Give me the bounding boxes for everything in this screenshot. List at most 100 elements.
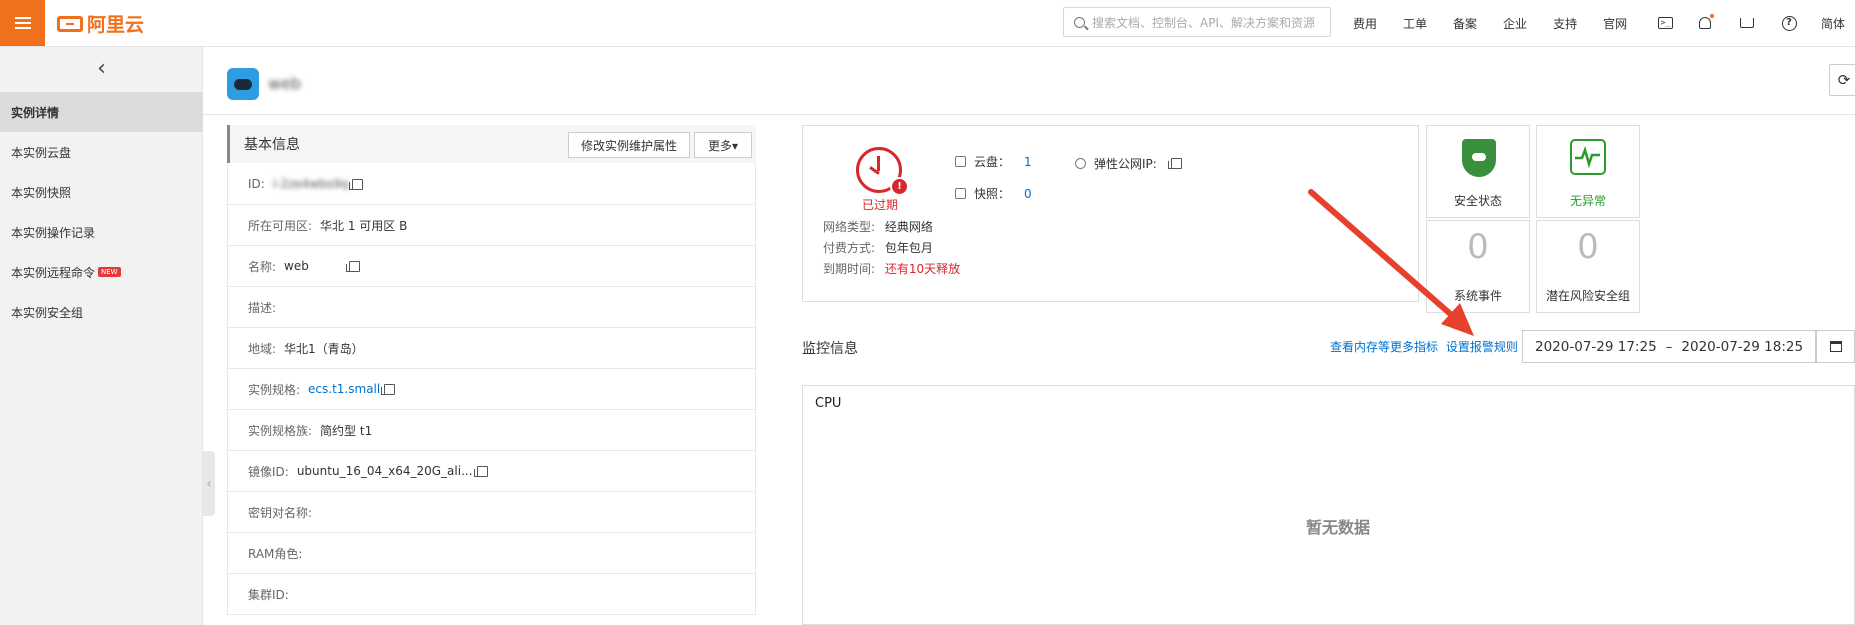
disk-stat: 云盘： 1: [955, 153, 1032, 170]
help-icon[interactable]: ?: [1779, 13, 1799, 33]
copy-icon[interactable]: [473, 465, 488, 477]
sidebar-item-label: 实例详情: [11, 105, 60, 120]
cloud-icon: [234, 78, 252, 90]
nav-link-enterprise[interactable]: 企业: [1503, 15, 1527, 32]
sidebar-toggle-handle[interactable]: ‹: [203, 451, 215, 516]
language-switch[interactable]: 简体: [1821, 15, 1845, 32]
info-row-image-id: 镜像ID: ubuntu_16_04_x64_20G_ali...: [227, 451, 756, 492]
snapshot-label: 快照：: [974, 187, 1011, 201]
brand-name: 阿里云: [87, 14, 145, 36]
sidebar-item-label: 本实例远程命令: [11, 265, 96, 280]
info-row-instance-type: 实例规格: ecs.t1.small: [227, 369, 756, 410]
info-row-zone: 所在可用区: 华北 1 可用区 B: [227, 205, 756, 246]
info-row-region: 地域: 华北1（青岛）: [227, 328, 756, 369]
top-nav-links: 费用 工单 备案 企业 支持 官网: [1353, 0, 1653, 46]
search-placeholder: 搜索文档、控制台、API、解决方案和资源: [1092, 15, 1315, 30]
edit-name-icon[interactable]: [345, 260, 360, 272]
instance-title: web: [268, 74, 302, 93]
tile-label: 系统事件: [1453, 289, 1502, 303]
sidebar-item-label: 本实例云盘: [11, 145, 72, 160]
shield-icon: [1462, 139, 1496, 177]
date-separator: –: [1665, 338, 1673, 355]
row-label: 名称:: [248, 259, 277, 274]
cpu-chart-panel: CPU 暂无数据: [802, 385, 1855, 625]
monitor-links: 查看内存等更多指标 设置报警规则: [1330, 338, 1522, 355]
sidebar: ‹ 实例详情 本实例云盘 本实例快照 本实例操作记录 本实例远程命令 NEW 本…: [0, 47, 203, 625]
name-value: web: [284, 259, 309, 273]
cart-icon[interactable]: [1737, 13, 1757, 33]
network-label: 网络类型:: [823, 220, 876, 234]
row-label: RAM角色:: [248, 546, 303, 561]
snapshot-count-link[interactable]: 0: [1024, 187, 1032, 201]
collapse-back-button[interactable]: ‹: [0, 47, 203, 89]
search-input[interactable]: 搜索文档、控制台、API、解决方案和资源: [1063, 7, 1331, 37]
more-dropdown-button[interactable]: 更多▾: [694, 132, 752, 158]
header-divider: [203, 114, 1855, 115]
info-row-cluster-id: 集群ID:: [227, 574, 756, 615]
alert-icon: !: [890, 177, 909, 196]
network-type: 网络类型: 经典网络: [823, 218, 933, 235]
copy-icon[interactable]: [381, 383, 396, 395]
info-row-id: ID: i-2ze4wbs9q: [227, 164, 756, 205]
sidebar-item-operation-log[interactable]: 本实例操作记录: [0, 212, 203, 252]
heartbeat-icon: [1570, 139, 1606, 175]
disk-icon: [955, 156, 966, 167]
sidebar-item-label: 本实例快照: [11, 185, 72, 200]
view-more-metrics-link[interactable]: 查看内存等更多指标: [1330, 340, 1438, 354]
copy-icon[interactable]: [349, 178, 364, 190]
monitor-title: 监控信息: [802, 341, 858, 357]
refresh-icon: ⟳: [1837, 71, 1851, 89]
system-events-count: 0: [1467, 227, 1489, 267]
instance-icon: [227, 68, 259, 100]
sidebar-item-disks[interactable]: 本实例云盘: [0, 132, 203, 172]
set-alarm-rules-link[interactable]: 设置报警规则: [1446, 340, 1518, 354]
new-badge: NEW: [98, 267, 121, 277]
payment-value: 包年包月: [884, 241, 933, 255]
bell-icon[interactable]: [1695, 13, 1715, 33]
expiry-label: 到期时间:: [823, 262, 876, 276]
notification-dot: [1710, 14, 1714, 18]
hamburger-icon: [14, 16, 31, 30]
zone-value: 华北 1 可用区 B: [320, 218, 408, 233]
menu-button[interactable]: [0, 0, 45, 46]
eip-label: 弹性公网IP:: [1094, 157, 1157, 171]
nav-link-filing[interactable]: 备案: [1453, 15, 1477, 32]
sidebar-item-instance-details[interactable]: 实例详情: [0, 92, 203, 132]
date-range-picker[interactable]: 2020-07-29 17:25 – 2020-07-29 18:25: [1522, 330, 1816, 363]
snapshot-icon: [955, 188, 966, 199]
calendar-button[interactable]: [1816, 330, 1855, 363]
risk-security-groups-tile[interactable]: 0 潜在风险安全组: [1536, 220, 1640, 313]
instance-type-link[interactable]: ecs.t1.small: [308, 382, 380, 396]
row-label: 密钥对名称:: [248, 505, 313, 520]
date-end: 2020-07-29 18:25: [1681, 338, 1804, 355]
chevron-left-icon: ‹: [97, 55, 106, 81]
nav-link-official-site[interactable]: 官网: [1603, 15, 1627, 32]
sidebar-item-label: 本实例操作记录: [11, 225, 96, 240]
row-label: 描述:: [248, 300, 277, 315]
sidebar-item-snapshots[interactable]: 本实例快照: [0, 172, 203, 212]
terminal-icon[interactable]: >_: [1655, 13, 1675, 33]
tile-label: 安全状态: [1453, 194, 1502, 208]
disk-label: 云盘：: [974, 155, 1011, 169]
nav-link-support[interactable]: 支持: [1553, 15, 1577, 32]
copy-icon[interactable]: [1167, 158, 1182, 169]
security-status-tile[interactable]: 安全状态: [1426, 125, 1530, 218]
sidebar-item-security-groups[interactable]: 本实例安全组: [0, 292, 203, 332]
refresh-button[interactable]: ⟳: [1829, 64, 1855, 96]
no-anomaly-tile[interactable]: 无异常: [1536, 125, 1640, 218]
disk-count-link[interactable]: 1: [1024, 155, 1032, 169]
sidebar-item-remote-commands[interactable]: 本实例远程命令 NEW: [0, 252, 203, 292]
basic-info-title: 基本信息: [244, 137, 300, 153]
nav-link-tickets[interactable]: 工单: [1403, 15, 1427, 32]
edit-maintenance-button[interactable]: 修改实例维护属性: [568, 132, 690, 158]
system-events-tile[interactable]: 0 系统事件: [1426, 220, 1530, 313]
row-label: 镜像ID:: [248, 464, 289, 479]
nav-link-fees[interactable]: 费用: [1353, 15, 1377, 32]
calendar-icon: [1829, 341, 1842, 352]
aliyun-logo[interactable]: 阿里云: [57, 10, 144, 37]
status-expired: 已过期: [862, 198, 899, 212]
row-label: 所在可用区:: [248, 218, 313, 233]
eip-stat: 弹性公网IP:: [1075, 155, 1182, 172]
payment-type: 付费方式: 包年包月: [823, 239, 933, 256]
sidebar-item-label: 本实例安全组: [11, 305, 84, 320]
